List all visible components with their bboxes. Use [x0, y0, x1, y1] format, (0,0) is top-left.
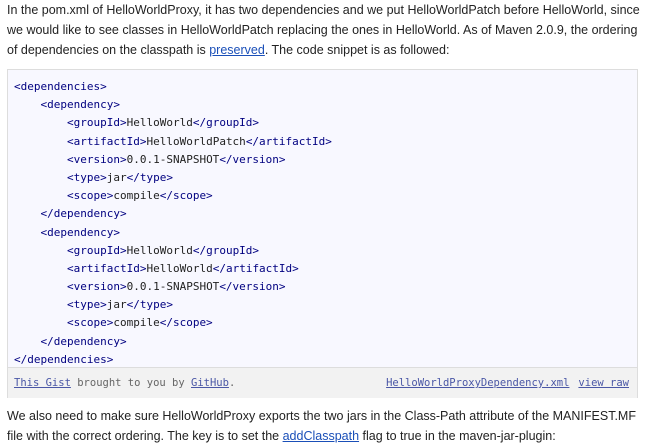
code-block: <dependencies> <dependency> <groupId>Hel… — [8, 70, 637, 368]
code-line: <version>0.0.1-SNAPSHOT</version> — [14, 151, 637, 169]
code-line: <dependencies> — [14, 78, 637, 96]
code-open-tag: </dependency> — [40, 207, 127, 221]
code-close-tag: </version> — [219, 280, 286, 294]
code-open-tag: <dependencies> — [14, 80, 107, 93]
gist-embed: <dependencies> <dependency> <groupId>Hel… — [7, 69, 638, 398]
code-open-tag: <groupId> — [66, 243, 127, 257]
code-text: HelloWorld — [146, 261, 213, 275]
code-close-tag: </type> — [126, 298, 173, 312]
code-close-tag: </groupId> — [192, 116, 260, 130]
outro-text-end: flag to true in the maven-jar-plugin: — [359, 429, 556, 443]
code-line: <artifactId>HelloWorld</artifactId> — [14, 260, 637, 278]
gist-file-links: HelloWorldProxyDependency.xml view raw — [377, 368, 629, 398]
code-text: HelloWorld — [126, 243, 193, 257]
code-close-tag: </scope> — [159, 189, 213, 203]
gist-attribution: This Gist brought to you by GitHub. — [14, 368, 235, 398]
code-open-tag: </dependencies> — [14, 352, 114, 366]
code-text: HelloWorld — [126, 116, 193, 130]
code-open-tag: <version> — [66, 280, 127, 294]
code-line: </dependency> — [14, 205, 637, 223]
code-open-tag: <artifactId> — [66, 134, 147, 148]
attribution-period: . — [228, 377, 236, 389]
gist-filename-link[interactable]: HelloWorldProxyDependency.xml — [386, 377, 569, 389]
code-open-tag: <scope> — [66, 316, 114, 330]
code-close-tag: </groupId> — [192, 243, 260, 257]
github-link[interactable]: GitHub — [191, 377, 229, 389]
gist-meta-bar: This Gist brought to you by GitHub. Hell… — [8, 368, 637, 398]
code-line: <scope>compile</scope> — [14, 314, 637, 332]
view-raw-link[interactable]: view raw — [578, 377, 629, 389]
brought-text: brought to you by — [70, 377, 192, 389]
code-text: compile — [113, 316, 160, 330]
code-line: <type>jar</type> — [14, 296, 637, 314]
code-text: jar — [106, 170, 127, 184]
code-line: </dependencies> — [14, 351, 637, 369]
code-line: <artifactId>HelloWorldPatch</artifactId> — [14, 133, 637, 151]
code-line: <groupId>HelloWorld</groupId> — [14, 114, 637, 132]
code-open-tag: <type> — [66, 170, 107, 184]
code-close-tag: </scope> — [159, 316, 213, 330]
code-text: HelloWorldPatch — [146, 134, 246, 148]
code-text: compile — [113, 189, 160, 203]
code-line: <dependency> — [14, 224, 637, 242]
code-text: jar — [106, 298, 127, 312]
intro-text-end: . The code snippet is as followed: — [264, 43, 450, 57]
code-open-tag: <scope> — [66, 189, 114, 203]
code-open-tag: <dependency> — [40, 98, 120, 112]
this-gist-link[interactable]: This Gist — [14, 377, 71, 389]
code-text: 0.0.1-SNAPSHOT — [126, 280, 220, 294]
code-line: </dependency> — [14, 333, 637, 351]
outro-paragraph: We also need to make sure HelloWorldProx… — [7, 406, 643, 446]
code-text: 0.0.1-SNAPSHOT — [126, 152, 220, 166]
code-close-tag: </type> — [126, 170, 173, 184]
code-close-tag: </version> — [219, 152, 286, 166]
code-line: <dependency> — [14, 96, 637, 114]
preserved-link[interactable]: preserved — [209, 43, 265, 57]
code-line: <scope>compile</scope> — [14, 187, 637, 205]
add-classpath-link[interactable]: addClasspath — [283, 429, 359, 443]
code-close-tag: </artifactId> — [212, 261, 299, 275]
code-open-tag: <groupId> — [66, 116, 127, 130]
code-open-tag: </dependency> — [40, 334, 127, 348]
code-open-tag: <dependency> — [40, 225, 120, 239]
code-line: <version>0.0.1-SNAPSHOT</version> — [14, 278, 637, 296]
intro-paragraph: In the pom.xml of HelloWorldProxy, it ha… — [7, 0, 643, 60]
code-line: <groupId>HelloWorld</groupId> — [14, 242, 637, 260]
code-open-tag: <version> — [66, 152, 127, 166]
code-open-tag: <artifactId> — [66, 261, 147, 275]
code-open-tag: <type> — [66, 298, 107, 312]
code-close-tag: </artifactId> — [245, 134, 332, 148]
code-line: <type>jar</type> — [14, 169, 637, 187]
